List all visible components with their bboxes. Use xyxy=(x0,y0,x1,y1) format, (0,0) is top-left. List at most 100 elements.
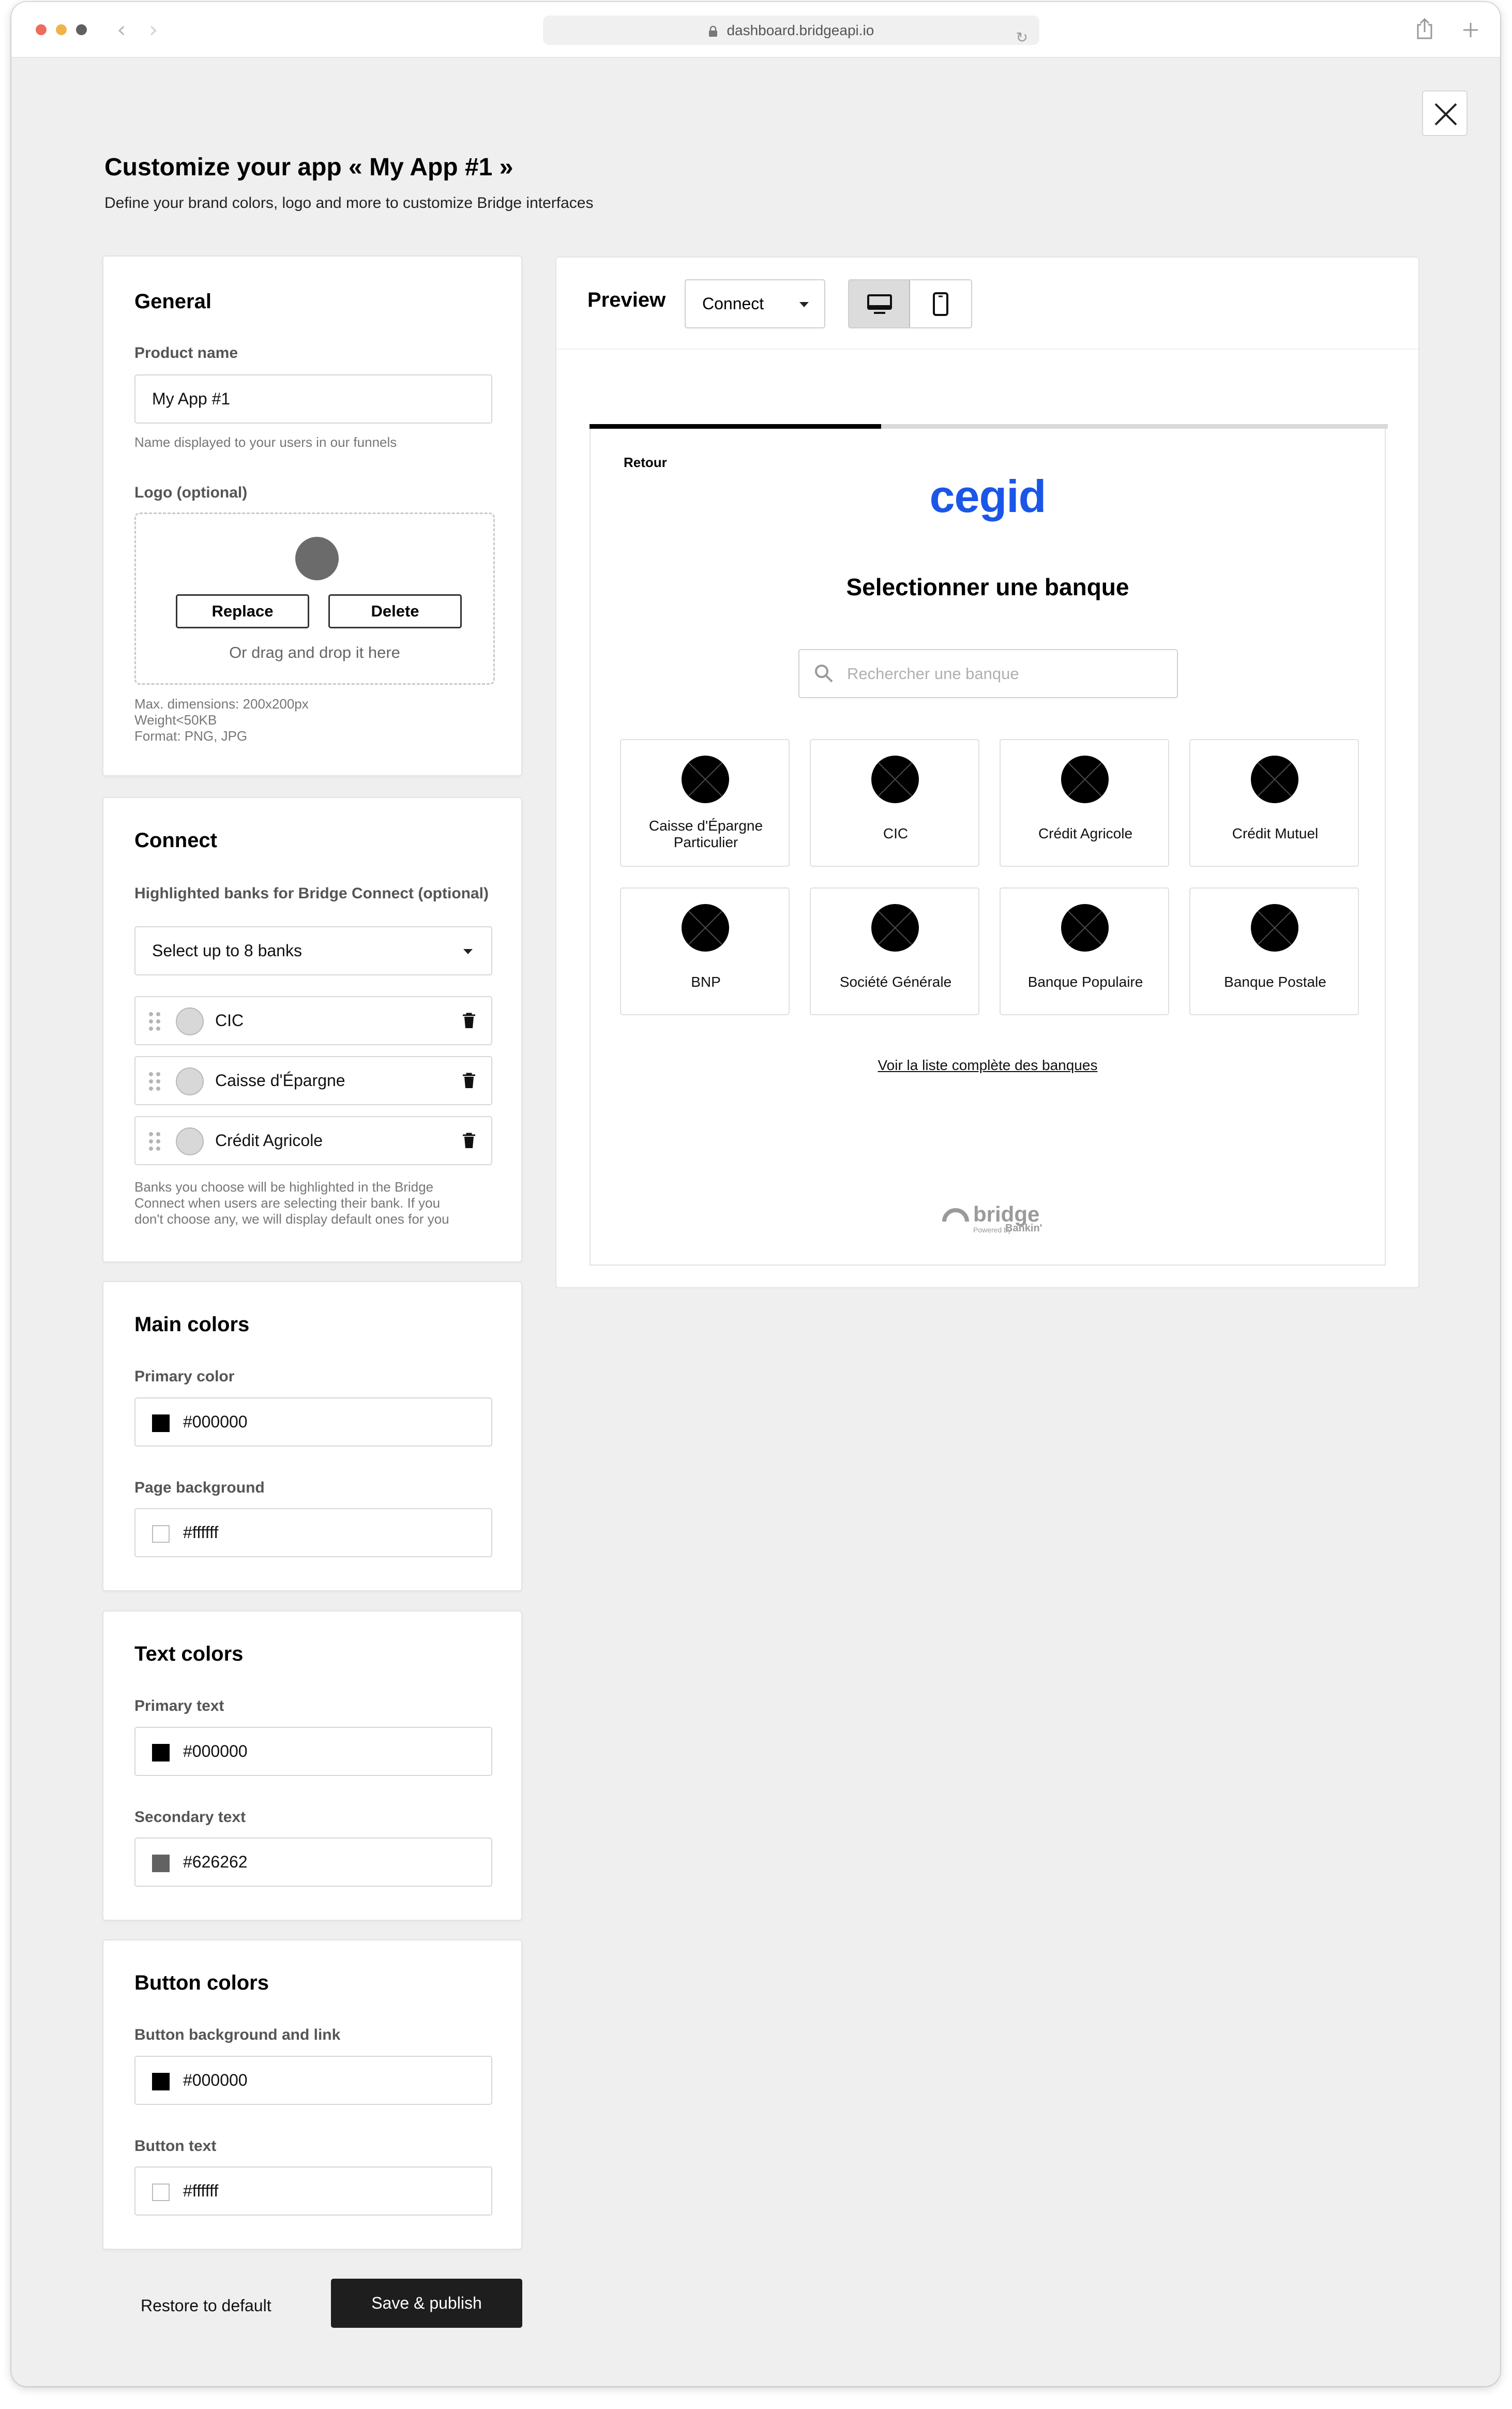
bank-tile[interactable]: Société Générale xyxy=(810,887,979,1015)
close-icon xyxy=(1434,103,1457,126)
bank-logo-placeholder xyxy=(176,1007,204,1035)
page-background-input[interactable]: #ffffff xyxy=(134,1508,492,1557)
select-bank-heading: Selectionner une banque xyxy=(846,574,1129,600)
reload-icon[interactable]: ↻ xyxy=(1016,23,1028,52)
browser-toolbar: ‹ › dashboard.bridgeapi.io ↻ xyxy=(11,2,1500,58)
bank-search-input[interactable]: Rechercher une banque xyxy=(798,649,1178,698)
brand-logo: cegid xyxy=(929,471,1047,522)
bridge-logo: bridge Powered by Bankin' xyxy=(942,1202,1046,1239)
bank-tile-name: Société Générale xyxy=(839,974,952,990)
url-text: dashboard.bridgeapi.io xyxy=(727,22,874,38)
search-icon xyxy=(815,665,833,683)
bank-logo-icon xyxy=(871,756,919,803)
device-toggle[interactable] xyxy=(848,279,972,328)
logo-dropzone[interactable]: Replace Delete Or drag and drop it here xyxy=(134,513,495,685)
page-title: Customize your app « My App #1 » xyxy=(104,154,513,181)
bank-tile[interactable]: BNP xyxy=(620,887,790,1015)
progress-bar xyxy=(589,424,1388,429)
primary-text-input[interactable]: #000000 xyxy=(134,1727,492,1776)
secondary-text-swatch[interactable] xyxy=(152,1855,170,1872)
secondary-text-input[interactable]: #626262 xyxy=(134,1838,492,1887)
page-background-swatch[interactable] xyxy=(152,1525,170,1543)
all-banks-link[interactable]: Voir la liste complète des banques xyxy=(591,1057,1385,1074)
button-text-label: Button text xyxy=(134,2137,217,2155)
delete-button[interactable]: Delete xyxy=(328,594,462,628)
button-colors-card: Button colors Button background and link… xyxy=(102,1939,522,2250)
banks-select[interactable]: Select up to 8 banks xyxy=(134,926,492,975)
bank-tile-name: Crédit Agricole xyxy=(1038,825,1133,841)
drop-text: Or drag and drop it here xyxy=(229,643,400,661)
trash-icon[interactable] xyxy=(462,1073,476,1089)
primary-text-swatch[interactable] xyxy=(152,1744,170,1761)
button-text-input[interactable]: #ffffff xyxy=(134,2166,492,2216)
primary-text-label: Primary text xyxy=(134,1697,224,1714)
restore-default-button[interactable]: Restore to default xyxy=(141,2296,271,2315)
chevron-down-icon xyxy=(463,949,473,954)
bank-tile[interactable]: CIC xyxy=(810,739,979,867)
bank-tile[interactable]: Crédit Mutuel xyxy=(1189,739,1359,867)
mobile-toggle[interactable] xyxy=(910,280,971,327)
primary-color-label: Primary color xyxy=(134,1368,235,1385)
preview-panel: Preview Connect Retour cegid Selectionne… xyxy=(555,257,1419,1288)
highlighted-bank-row[interactable]: Crédit Agricole xyxy=(134,1116,492,1165)
connect-card: Connect Highlighted banks for Bridge Con… xyxy=(102,797,522,1262)
close-button[interactable] xyxy=(1422,91,1468,136)
highlighted-banks-label: Highlighted banks for Bridge Connect (op… xyxy=(134,885,489,902)
primary-color-input[interactable]: #000000 xyxy=(134,1397,492,1447)
bank-logo-icon xyxy=(1061,756,1109,803)
close-window-dot[interactable] xyxy=(36,24,47,35)
new-tab-icon[interactable] xyxy=(1462,22,1479,38)
drag-handle-icon[interactable] xyxy=(149,1012,162,1031)
back-arrow-icon[interactable]: ‹ xyxy=(117,17,126,43)
bank-tile[interactable]: Banque Postale xyxy=(1189,887,1359,1015)
bank-tile[interactable]: Banque Populaire xyxy=(1000,887,1169,1015)
back-link[interactable]: Retour xyxy=(624,455,667,471)
connect-hint-line: Connect when users are selecting their b… xyxy=(134,1195,441,1211)
trash-icon[interactable] xyxy=(462,1013,476,1029)
bank-tile[interactable]: Crédit Agricole xyxy=(1000,739,1169,867)
page-background-label: Page background xyxy=(134,1479,265,1496)
bank-tile-name: Banque Populaire xyxy=(1027,974,1143,990)
logo-hint-dimensions: Max. dimensions: 200x200px xyxy=(134,696,309,712)
highlighted-bank-row[interactable]: Caisse d'Épargne xyxy=(134,1056,492,1105)
button-text-swatch[interactable] xyxy=(152,2184,170,2201)
connect-title: Connect xyxy=(134,829,217,852)
maximize-window-dot[interactable] xyxy=(76,24,87,35)
bank-tile-name: Crédit Mutuel xyxy=(1232,825,1319,841)
bank-tile-name: BNP xyxy=(691,974,721,990)
banks-select-value: Select up to 8 banks xyxy=(152,941,302,960)
mobile-icon xyxy=(933,292,948,316)
browser-window: ‹ › dashboard.bridgeapi.io ↻ Customize y… xyxy=(11,2,1500,2386)
trash-icon[interactable] xyxy=(462,1133,476,1149)
product-name-hint: Name displayed to your users in our funn… xyxy=(134,434,397,450)
product-name-value: My App #1 xyxy=(152,389,231,408)
forward-arrow-icon[interactable]: › xyxy=(149,17,158,43)
progress-bar-fill xyxy=(589,424,881,429)
bank-tile[interactable]: Caisse d'Épargne Particulier xyxy=(620,739,790,867)
chevron-down-icon xyxy=(799,302,809,307)
share-icon[interactable] xyxy=(1415,18,1434,40)
replace-button[interactable]: Replace xyxy=(176,594,309,628)
highlighted-bank-row[interactable]: CIC xyxy=(134,996,492,1045)
product-name-input[interactable]: My App #1 xyxy=(134,374,492,424)
logo-preview xyxy=(295,537,339,580)
drag-handle-icon[interactable] xyxy=(149,1132,162,1151)
connect-hint-line: don't choose any, we will display defaul… xyxy=(134,1211,449,1227)
primary-color-value: #000000 xyxy=(183,1412,248,1431)
logo-label: Logo (optional) xyxy=(134,484,248,501)
button-background-input[interactable]: #000000 xyxy=(134,2056,492,2105)
product-name-label: Product name xyxy=(134,344,238,362)
drag-handle-icon[interactable] xyxy=(149,1072,162,1091)
general-title: General xyxy=(134,290,211,313)
minimize-window-dot[interactable] xyxy=(56,24,67,35)
preview-mode-select[interactable]: Connect xyxy=(685,279,825,328)
bank-logo-icon xyxy=(1061,904,1109,952)
address-bar[interactable]: dashboard.bridgeapi.io ↻ xyxy=(543,16,1039,46)
secondary-text-value: #626262 xyxy=(183,1853,248,1871)
bank-logo-icon xyxy=(1251,756,1298,803)
desktop-toggle[interactable] xyxy=(849,280,910,327)
save-publish-button[interactable]: Save & publish xyxy=(331,2279,522,2328)
primary-color-swatch[interactable] xyxy=(152,1414,170,1432)
button-background-swatch[interactable] xyxy=(152,2073,170,2090)
general-card: General Product name My App #1 Name disp… xyxy=(102,255,522,776)
